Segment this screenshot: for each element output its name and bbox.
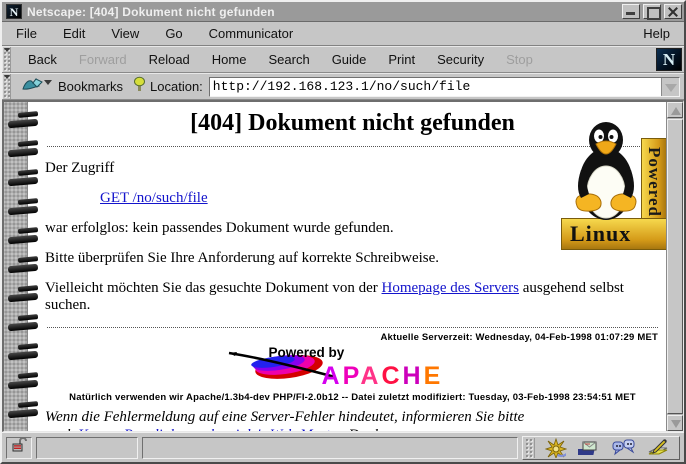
forward-button: Forward [68,48,138,71]
bookmarks-menu[interactable]: Bookmarks [17,76,133,98]
apache-letter: P [343,362,361,390]
apache-wordmark: APACHE [322,364,444,389]
spiral-ring [8,170,40,185]
url-input[interactable] [210,78,661,96]
tux-penguin-icon [569,110,643,233]
spiral-ring [8,315,40,330]
maximize-button[interactable] [643,4,661,19]
location-label: Location: [150,79,203,94]
spiral-ring [8,373,40,388]
home-button[interactable]: Home [201,48,258,71]
menu-view[interactable]: View [98,23,152,44]
menu-edit[interactable]: Edit [50,23,98,44]
apache-letter: A [360,362,381,390]
suggestion-pre: Vielleicht möchten Sie das gesuchte Doku… [45,280,382,296]
server-info-text: Natürlich verwenden wir Apache/1.3b4-dev… [45,392,660,403]
footer-post: . Danke. [341,427,391,432]
netscape-window: N Netscape: [404] Dokument nicht gefunde… [0,0,686,464]
netscape-n-icon: N [6,4,22,19]
divider [47,327,658,328]
scroll-down-button[interactable] [667,415,683,431]
window-title: Netscape: [404] Dokument nicht gefunden [27,5,619,19]
component-bar [522,436,680,460]
location-toolbar: Bookmarks Location: [2,73,684,100]
apache-logo-row: Powered by APACHE [45,345,660,389]
menu-communicator[interactable]: Communicator [196,23,307,44]
composer-icon[interactable] [642,438,674,458]
menu-go[interactable]: Go [152,23,195,44]
spiral-ring [8,112,40,127]
search-button[interactable]: Search [257,48,320,71]
stop-button: Stop [495,48,544,71]
vertical-scrollbar[interactable] [666,102,683,431]
advice-text: Bitte überprüfen Sie Ihre Anforderung au… [45,250,660,267]
mailbox-icon[interactable] [574,438,606,458]
spiral-ring [8,141,40,156]
titlebar[interactable]: N Netscape: [404] Dokument nicht gefunde… [2,2,684,22]
powered-by-label: Powered by [269,345,345,360]
security-status-panel[interactable] [6,437,32,459]
netscape-logo[interactable]: N [656,48,682,71]
security-button[interactable]: Security [426,48,495,71]
scrollbar-thumb[interactable] [667,119,683,414]
url-field-frame [209,77,680,97]
print-button[interactable]: Print [377,48,426,71]
browser-viewport: Powered Linux [2,100,684,432]
powered-label: Powered [644,147,664,217]
statusbar [2,432,684,462]
unlocked-padlock-icon [11,437,27,458]
spiral-ring [8,344,40,359]
location-toolbar-grip[interactable] [2,74,11,99]
chevron-down-icon [44,80,52,85]
component-bar-grip[interactable] [525,438,535,458]
reload-button[interactable]: Reload [138,48,201,71]
discussions-icon[interactable] [608,438,640,458]
status-message-panel [142,437,518,459]
apache-letter: E [424,362,444,390]
navigation-toolbar: Back Forward Reload Home Search Guide Pr… [2,46,684,73]
location-icon[interactable] [133,76,146,98]
request-link[interactable]: GET /no/such/file [100,190,208,206]
progress-panel [36,437,138,459]
footer-text: Wenn die Fehlermeldung auf eine Server-F… [45,408,660,432]
bookmarks-label: Bookmarks [58,79,123,94]
suggestion-text: Vielleicht möchten Sie das gesuchte Doku… [45,280,660,314]
guide-button[interactable]: Guide [321,48,378,71]
menu-help[interactable]: Help [637,23,676,44]
spiral-ring [8,199,40,214]
toolbar-grip[interactable] [2,47,11,72]
server-time-text: Aktuelle Serverzeit: Wednesday, 04-Feb-1… [45,332,658,343]
minimize-button[interactable] [622,4,640,19]
linux-powered-logo: Powered Linux [561,110,667,250]
close-button[interactable] [664,4,682,19]
navigator-icon[interactable] [540,438,572,458]
back-button[interactable]: Back [17,48,68,71]
powered-by-apache-logo: Powered by APACHE [227,345,479,389]
url-history-dropdown[interactable] [661,78,679,96]
menubar: File Edit View Go Communicator Help [2,22,684,46]
homepage-link[interactable]: Homepage des Servers [382,280,519,296]
spiral-ring [8,257,40,272]
scroll-up-button[interactable] [667,102,683,118]
apache-letter: A [322,362,343,390]
spiral-ring [8,286,40,301]
apache-letter: H [403,362,424,390]
bookmarks-icon [21,76,44,98]
spiral-ring [8,228,40,243]
spiral-ring [8,402,40,417]
apache-letter: C [381,362,402,390]
menu-file[interactable]: File [10,23,50,44]
webmaster-link[interactable]: KwaamReo.dialup.mch.sni.de's Web-Master [78,427,341,432]
